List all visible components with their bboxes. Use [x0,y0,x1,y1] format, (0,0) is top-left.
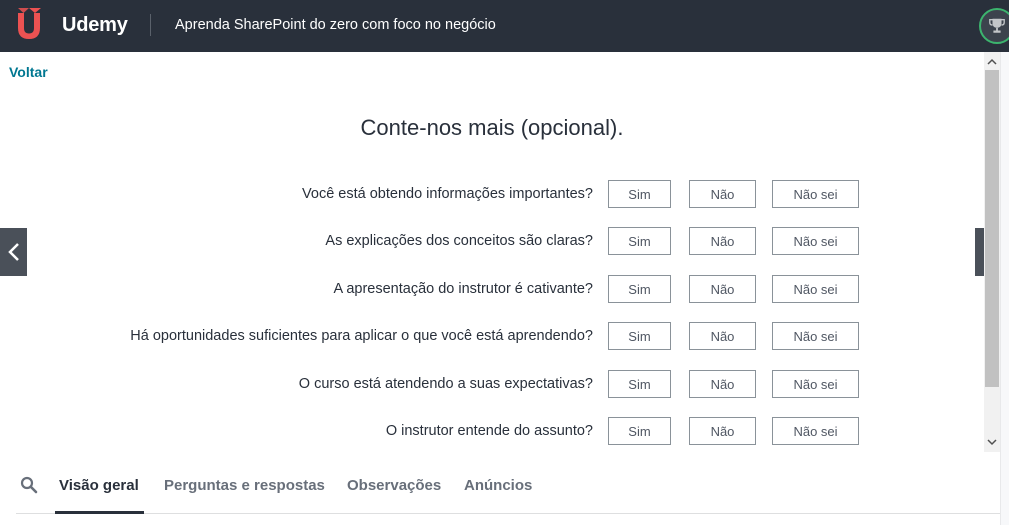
survey-question-row: Você está obtendo informações importante… [0,180,984,208]
chevron-down-icon [987,439,997,446]
survey-title: Conte-nos mais (opcional). [360,115,624,140]
answer-yes-button[interactable]: Sim [608,275,671,303]
tab-questions-answers[interactable]: Perguntas e respostas [164,477,325,494]
question-label: Você está obtendo informações importante… [302,186,593,202]
answer-dont-know-button[interactable]: Não sei [772,275,859,303]
trophy-icon [989,18,1005,33]
chevron-left-icon [7,243,19,261]
answer-no-button[interactable]: Não [689,417,756,445]
question-label: O curso está atendendo a suas expectativ… [298,376,593,392]
tab-overview[interactable]: Visão geral [59,477,139,494]
scrollbar-thumb[interactable] [985,70,999,387]
scroll-down-arrow[interactable] [984,434,1000,450]
answer-no-button[interactable]: Não [689,180,756,208]
answer-dont-know-button[interactable]: Não sei [772,417,859,445]
question-label: O instrutor entende do assunto? [385,423,593,439]
search-icon [20,476,38,494]
course-tabs: Visão geral Perguntas e respostas Observ… [16,462,1000,514]
scroll-up-arrow[interactable] [984,54,1000,70]
survey-question-row: O curso está atendendo a suas expectativ… [0,370,984,398]
content-scrollbar[interactable] [984,52,1000,452]
survey-question-row: A apresentação do instrutor é cativante?… [0,275,984,303]
tab-notes[interactable]: Observações [347,477,441,494]
course-title[interactable]: Aprenda SharePoint do zero com foco no n… [175,17,496,33]
answer-no-button[interactable]: Não [689,275,756,303]
answer-dont-know-button[interactable]: Não sei [772,322,859,350]
brand-name: Udemy [62,13,128,36]
question-label: Há oportunidades suficientes para aplica… [130,328,593,344]
answer-no-button[interactable]: Não [689,227,756,255]
progress-trophy-button[interactable] [979,8,1009,44]
question-label: A apresentação do instrutor é cativante? [333,281,593,297]
top-header: Udemy Aprenda SharePoint do zero com foc… [0,0,1009,52]
survey-question-row: O instrutor entende do assunto? Sim Não … [0,417,984,445]
survey-question-row: Há oportunidades suficientes para aplica… [0,322,984,350]
answer-yes-button[interactable]: Sim [608,417,671,445]
question-label: As explicações dos conceitos são claras? [325,233,593,249]
answer-dont-know-button[interactable]: Não sei [772,180,859,208]
answer-no-button[interactable]: Não [689,322,756,350]
active-tab-indicator [55,511,144,514]
udemy-logo-icon [18,8,41,39]
answer-dont-know-button[interactable]: Não sei [772,227,859,255]
answer-yes-button[interactable]: Sim [608,322,671,350]
answer-yes-button[interactable]: Sim [608,180,671,208]
udemy-logo[interactable]: Udemy [15,8,128,42]
header-divider [150,14,151,36]
previous-lecture-button[interactable] [0,228,27,276]
answer-dont-know-button[interactable]: Não sei [772,370,859,398]
back-link[interactable]: Voltar [9,64,48,80]
answer-yes-button[interactable]: Sim [608,370,671,398]
answer-no-button[interactable]: Não [689,370,756,398]
chevron-up-icon [987,58,997,65]
tab-announcements[interactable]: Anúncios [464,477,532,494]
sidebar-edge [1000,52,1009,525]
survey-question-row: As explicações dos conceitos são claras?… [0,227,984,255]
answer-yes-button[interactable]: Sim [608,227,671,255]
search-button[interactable] [20,476,38,494]
